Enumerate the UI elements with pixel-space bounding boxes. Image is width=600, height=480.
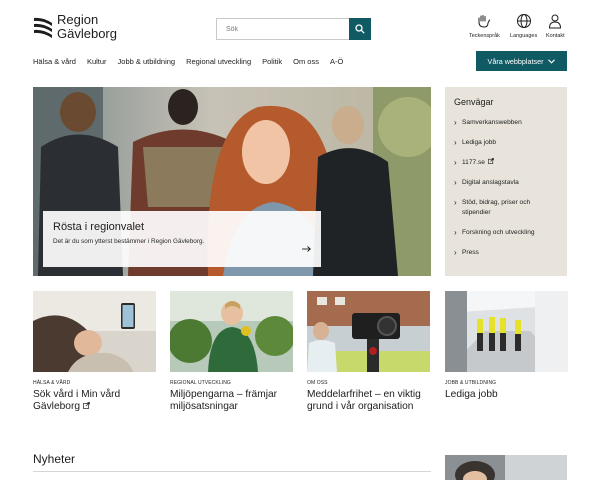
shortcuts-panel: Genvägar › Samverkanswebben › Lediga job… bbox=[445, 87, 567, 276]
search-icon bbox=[355, 24, 365, 34]
card-photo bbox=[33, 291, 156, 372]
news-heading: Nyheter bbox=[33, 452, 76, 466]
shortcut-label: Press bbox=[462, 249, 479, 256]
contact-person-icon bbox=[549, 14, 562, 29]
globe-icon bbox=[516, 14, 531, 28]
card-title: Sök vård i Min vård Gävleborg bbox=[33, 389, 156, 412]
contact-label: Kontakt bbox=[546, 33, 565, 39]
chevron-right-icon: › bbox=[454, 118, 457, 127]
nav-item-om-oss[interactable]: Om oss bbox=[293, 57, 319, 66]
shortcut-lediga-jobb[interactable]: › Lediga jobb bbox=[454, 138, 558, 148]
chevron-right-icon: › bbox=[454, 158, 457, 167]
logo-text: Region Gävleborg bbox=[57, 13, 117, 41]
main-nav: Hälsa & vård Kultur Jobb & utbildning Re… bbox=[33, 57, 343, 66]
chevron-right-icon: › bbox=[454, 138, 457, 147]
arrow-right-icon bbox=[302, 246, 311, 252]
card-category: Hälsa & vård bbox=[33, 380, 71, 386]
hero-banner[interactable]: Rösta i regionvalet Det är du som ytters… bbox=[33, 87, 431, 276]
our-websites-label: Våra webbplatser bbox=[487, 56, 544, 66]
card-image bbox=[307, 291, 430, 372]
nav-item-regional-utveckling[interactable]: Regional utveckling bbox=[186, 57, 251, 66]
sign-language-link[interactable]: Teckenspråk bbox=[469, 13, 500, 39]
card-title: Meddelarfrihet – en viktig grund i vår o… bbox=[307, 389, 421, 412]
search-input[interactable] bbox=[216, 18, 349, 40]
search-button[interactable] bbox=[349, 18, 371, 40]
shortcut-digital-anslagstavla[interactable]: › Digital anslagstavla bbox=[454, 178, 558, 188]
news-divider bbox=[33, 471, 431, 472]
card-min-vard[interactable]: Hälsa & vård Sök vård i Min vård Gävlebo… bbox=[33, 291, 156, 412]
external-link-icon bbox=[488, 158, 494, 164]
search-form bbox=[216, 18, 371, 40]
shortcuts-list: › Samverkanswebben › Lediga jobb › 1177.… bbox=[454, 118, 558, 258]
logo-line-2: Gävleborg bbox=[57, 26, 117, 41]
nav-item-halsa-vard[interactable]: Hälsa & vård bbox=[33, 57, 76, 66]
sign-language-label: Teckenspråk bbox=[469, 33, 500, 39]
card-miljopengarna[interactable]: Regional utveckling Miljöpengarna – främ… bbox=[170, 291, 293, 412]
news-image[interactable] bbox=[445, 455, 567, 480]
chevron-right-icon: › bbox=[454, 178, 457, 187]
card-title: Lediga jobb bbox=[445, 389, 498, 400]
card-title: Miljöpengarna – främjar miljösatsningar bbox=[170, 389, 278, 412]
shortcut-label: 1177.se bbox=[462, 159, 485, 166]
card-lediga-jobb[interactable]: Jobb & utbildning Lediga jobb bbox=[445, 291, 568, 401]
card-image bbox=[445, 291, 568, 372]
shortcuts-title: Genvägar bbox=[454, 97, 494, 107]
card-photo bbox=[445, 291, 568, 372]
our-websites-button[interactable]: Våra webbplatser bbox=[476, 51, 567, 71]
card-image bbox=[33, 291, 156, 372]
card-photo bbox=[170, 291, 293, 372]
card-image bbox=[170, 291, 293, 372]
chevron-right-icon: › bbox=[454, 228, 457, 237]
languages-label: Languages bbox=[510, 33, 538, 39]
shortcut-label: Digital anslagstavla bbox=[462, 179, 519, 186]
chevron-right-icon: › bbox=[454, 248, 457, 257]
nav-item-politik[interactable]: Politik bbox=[262, 57, 282, 66]
news-photo bbox=[445, 455, 567, 480]
languages-link[interactable]: Languages bbox=[510, 13, 537, 39]
card-title-text: Sök vård i Min vård Gävleborg bbox=[33, 389, 121, 412]
card-category: Om oss bbox=[307, 380, 328, 386]
shortcut-label: Forskning och utveckling bbox=[462, 229, 535, 236]
nav-item-a-o[interactable]: A-Ö bbox=[330, 57, 343, 66]
shortcut-forskning[interactable]: › Forskning och utveckling bbox=[454, 228, 558, 238]
shortcut-samverkanswebben[interactable]: › Samverkanswebben bbox=[454, 118, 558, 128]
shortcut-1177[interactable]: › 1177.se bbox=[454, 158, 558, 168]
shortcut-press[interactable]: › Press bbox=[454, 248, 558, 258]
sign-language-icon bbox=[478, 15, 491, 28]
shortcut-label: Stöd, bidrag, priser och stipendier bbox=[462, 199, 531, 216]
shortcut-label: Samverkanswebben bbox=[462, 119, 522, 126]
card-category: Jobb & utbildning bbox=[445, 380, 497, 386]
hero-caption[interactable]: Rösta i regionvalet Det är du som ytters… bbox=[43, 211, 321, 267]
logo[interactable]: Region Gävleborg bbox=[33, 13, 117, 41]
nav-item-jobb-utbildning[interactable]: Jobb & utbildning bbox=[118, 57, 176, 66]
card-meddelarfrihet[interactable]: Om oss Meddelarfrihet – en viktig grund … bbox=[307, 291, 430, 412]
external-link-icon bbox=[83, 401, 90, 409]
hero-title: Rösta i regionvalet bbox=[53, 221, 145, 233]
card-photo bbox=[307, 291, 430, 372]
card-category: Regional utveckling bbox=[170, 380, 231, 386]
contact-link[interactable]: Kontakt bbox=[546, 13, 565, 39]
hero-subtitle: Det är du som ytterst bestämmer i Region… bbox=[53, 238, 205, 245]
chevron-right-icon: › bbox=[454, 198, 457, 207]
nav-item-kultur[interactable]: Kultur bbox=[87, 57, 107, 66]
chevron-down-icon bbox=[548, 58, 556, 64]
shortcut-label: Lediga jobb bbox=[462, 139, 497, 146]
region-logo-icon bbox=[34, 17, 52, 38]
shortcut-stod-bidrag[interactable]: › Stöd, bidrag, priser och stipendier bbox=[454, 198, 558, 218]
logo-line-1: Region bbox=[57, 12, 99, 27]
